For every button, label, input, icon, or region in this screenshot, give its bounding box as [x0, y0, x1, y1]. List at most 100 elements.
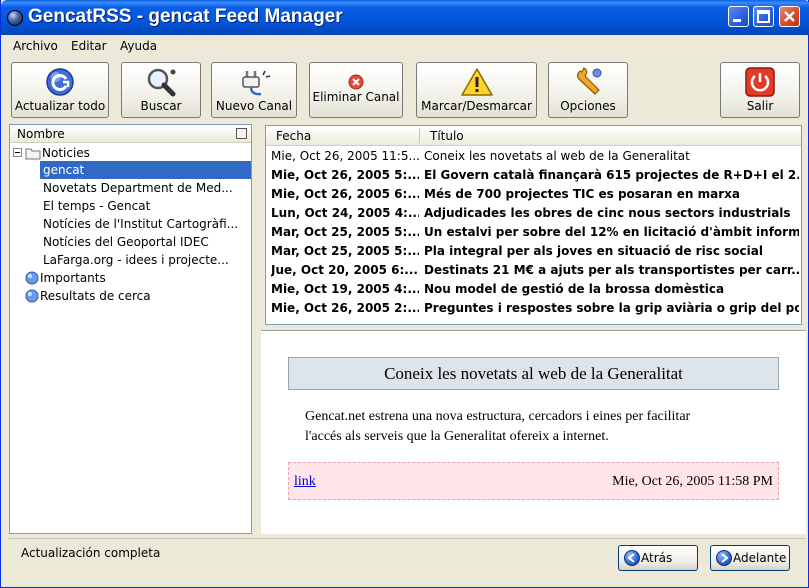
forward-button[interactable]: Adelante: [710, 545, 790, 571]
maximize-button[interactable]: [753, 6, 774, 27]
forward-arrow-icon: [716, 550, 732, 566]
forward-label: Adelante: [733, 551, 787, 565]
list-row[interactable]: Mie, Oct 26, 2005 5:... El Govern català …: [266, 166, 801, 185]
collapse-icon[interactable]: [13, 148, 22, 157]
list-cell-date: Mar, Oct 25, 2005 5:...: [271, 225, 419, 239]
tree-item-importants[interactable]: Importants: [10, 269, 251, 287]
status-text: Actualización completa: [21, 546, 161, 560]
list-row[interactable]: Mie, Oct 19, 2005 4:... Nou model de gest…: [266, 280, 801, 299]
list-cell-title: Nou model de gestió de la brossa domèsti…: [424, 282, 725, 296]
tree-header[interactable]: Nombre: [10, 125, 251, 143]
tree-item-label: El temps - Gencat: [43, 199, 151, 213]
search-icon: [147, 68, 176, 97]
tree-item-label: gencat: [43, 163, 85, 177]
globe-icon: [25, 289, 39, 303]
tree-item-search-results[interactable]: Resultats de cerca: [10, 287, 251, 305]
list-row[interactable]: Mar, Oct 25, 2005 5:... Un estalvi per so…: [266, 223, 801, 242]
list-row[interactable]: Mie, Oct 26, 2005 6:... Més de 700 projec…: [266, 185, 801, 204]
window-title: GencatRSS - gencat Feed Manager: [28, 6, 343, 27]
tree-root-noticies[interactable]: Noticies: [10, 144, 251, 162]
list-row[interactable]: Mie, Oct 26, 2005 2:... Preguntes i respo…: [266, 299, 801, 318]
tree-item-label: Importants: [40, 271, 106, 285]
article-link[interactable]: link: [294, 474, 316, 490]
title-bar[interactable]: GencatRSS - gencat Feed Manager: [1, 0, 809, 35]
column-separator[interactable]: [419, 128, 420, 143]
list-cell-date: Jue, Oct 20, 2005 6:...: [271, 263, 418, 277]
list-row[interactable]: Mie, Oct 26, 2005 11:5... Coneix les nove…: [266, 147, 801, 166]
list-cell-date: Mie, Oct 26, 2005 6:...: [271, 187, 419, 201]
tree-item-gencat[interactable]: gencat: [40, 161, 251, 179]
list-cell-date: Mie, Oct 26, 2005 2:...: [271, 301, 419, 315]
list-cell-title: Coneix les novetats al web de la General…: [424, 149, 690, 163]
tree-item-novetats[interactable]: Novetats Department de Med...: [10, 179, 251, 197]
right-pane: Fecha Título Mie, Oct 26, 2005 11:5... Co…: [261, 124, 806, 534]
back-button[interactable]: Atrás: [618, 545, 698, 571]
close-icon: [784, 11, 795, 22]
tree-item-institut-cartografic[interactable]: Notícies de l'Institut Cartogràfi...: [10, 215, 251, 233]
wrench-icon: [576, 67, 602, 95]
column-header-title[interactable]: Título: [430, 129, 464, 143]
list-cell-title: Adjudicades les obres de cinc nous secto…: [424, 206, 791, 220]
list-cell-date: Mie, Oct 26, 2005 5:...: [271, 168, 419, 182]
minimize-button[interactable]: [728, 6, 749, 27]
new-channel-button[interactable]: Nuevo Canal: [211, 62, 297, 118]
tree-item-el-temps[interactable]: El temps - Gencat: [10, 197, 251, 215]
menu-ayuda[interactable]: Ayuda: [120, 39, 157, 53]
tree-item-label: Notícies del Geoportal IDEC: [43, 235, 209, 249]
column-header-date[interactable]: Fecha: [276, 129, 311, 143]
plug-icon: [242, 70, 271, 96]
tree-item-label: Notícies de l'Institut Cartogràfi...: [43, 217, 239, 231]
options-label: Opciones: [560, 99, 616, 113]
maximize-icon: [757, 10, 770, 23]
article-title: Coneix les novetats al web de la General…: [288, 357, 779, 390]
tree-root-label: Noticies: [42, 146, 90, 160]
menu-archivo[interactable]: Archivo: [13, 39, 58, 53]
options-button[interactable]: Opciones: [548, 62, 628, 118]
folder-open-icon: [25, 148, 41, 160]
delete-channel-label: Eliminar Canal: [312, 90, 400, 104]
list-cell-date: Mar, Oct 25, 2005 5:...: [271, 244, 419, 258]
warning-icon: [460, 68, 493, 96]
back-arrow-icon: [624, 550, 640, 566]
search-button[interactable]: Buscar: [121, 62, 201, 118]
list-cell-title: Preguntes i respostes sobre la grip avià…: [424, 301, 799, 315]
list-cell-title: Més de 700 projectes TIC es posaran en m…: [424, 187, 740, 201]
list-row[interactable]: Lun, Oct 24, 2005 4:... Adjudicades les o…: [266, 204, 801, 223]
update-all-button[interactable]: Actualizar todo: [11, 62, 109, 118]
article-detail: Coneix les novetats al web de la General…: [261, 330, 806, 534]
delete-channel-button[interactable]: Eliminar Canal: [309, 62, 403, 118]
exit-button[interactable]: Salir: [720, 62, 800, 118]
list-cell-date: Mie, Oct 26, 2005 11:5...: [271, 149, 419, 163]
tree-item-label: LaFarga.org - idees i projecte...: [43, 253, 229, 267]
news-list[interactable]: Fecha Título Mie, Oct 26, 2005 11:5... Co…: [265, 125, 802, 325]
tree-item-lafarga[interactable]: LaFarga.org - idees i projecte...: [10, 251, 251, 269]
search-label: Buscar: [140, 99, 182, 113]
list-row[interactable]: Jue, Oct 20, 2005 6:... Destinats 21 M€ a…: [266, 261, 801, 280]
close-button[interactable]: [779, 6, 800, 27]
tree-item-label: Novetats Department de Med...: [43, 181, 233, 195]
column-picker-icon[interactable]: [236, 128, 247, 139]
power-icon: [745, 67, 775, 97]
list-row[interactable]: Mar, Oct 25, 2005 5:... Pla integral per …: [266, 242, 801, 261]
list-cell-title: El Govern català finançarà 615 projectes…: [424, 168, 799, 182]
menu-editar[interactable]: Editar: [71, 39, 107, 53]
article-body: Gencat.net estrena una nova estructura, …: [305, 407, 745, 447]
article-footer: link Mie, Oct 26, 2005 11:58 PM: [288, 462, 779, 500]
list-cell-title: Un estalvi per sobre del 12% en licitaci…: [424, 225, 799, 239]
menu-bar: Archivo Editar Ayuda: [3, 36, 808, 58]
list-cell-title: Destinats 21 M€ a ajuts per als transpor…: [424, 263, 799, 277]
globe-icon: [25, 271, 39, 285]
app-window: GencatRSS - gencat Feed Manager Archivo …: [0, 0, 809, 588]
status-bar: Actualización completa Atrás Adelante: [9, 538, 806, 582]
update-all-label: Actualizar todo: [14, 99, 106, 113]
article-date: Mie, Oct 26, 2005 11:58 PM: [612, 474, 773, 489]
list-cell-date: Mie, Oct 19, 2005 4:...: [271, 282, 419, 296]
tree-item-geoportal[interactable]: Notícies del Geoportal IDEC: [10, 233, 251, 251]
article-body-line: l'accés als serveis que la Generalitat o…: [305, 429, 609, 444]
article-body-line: Gencat.net estrena una nova estructura, …: [305, 409, 691, 424]
mark-unmark-button[interactable]: Marcar/Desmarcar: [416, 62, 537, 118]
exit-label: Salir: [746, 99, 774, 113]
list-header: Fecha Título: [266, 126, 801, 146]
channel-tree[interactable]: Nombre Noticies gencat Novetats Departme…: [9, 124, 252, 534]
app-globe-icon: [7, 10, 23, 26]
